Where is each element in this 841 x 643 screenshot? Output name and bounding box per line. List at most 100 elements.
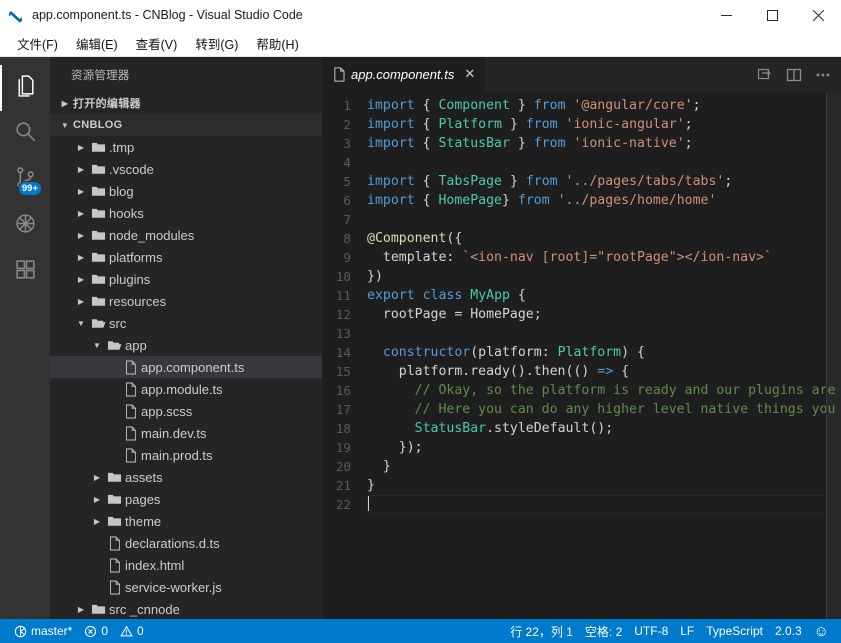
line-content: }): [367, 267, 841, 286]
status-cursor-position[interactable]: 行 22，列 1: [504, 619, 579, 643]
menu-view[interactable]: 查看(V): [127, 31, 187, 56]
code-line[interactable]: 16 // Okay, so the platform is ready and…: [322, 381, 841, 400]
code-token: }: [502, 174, 526, 189]
code-line[interactable]: 13: [322, 324, 841, 343]
split-editor-icon[interactable]: [786, 67, 802, 83]
split-editor-orientation-icon[interactable]: [757, 67, 773, 83]
tree-file-row[interactable]: main.dev.ts: [50, 422, 322, 444]
error-icon: [84, 625, 97, 638]
code-token: {: [415, 98, 439, 113]
code-token: constructor: [383, 345, 470, 360]
tree-item-label: src: [108, 316, 126, 331]
menu-help[interactable]: 帮助(H): [247, 31, 307, 56]
tree-folder-row[interactable]: ▶platforms: [50, 246, 322, 268]
tree-folder-row[interactable]: ▶assets: [50, 466, 322, 488]
status-eol[interactable]: LF: [674, 619, 700, 643]
code-token: }: [367, 478, 375, 493]
status-warnings[interactable]: 0: [114, 619, 150, 643]
typescript-file-icon: [332, 67, 346, 82]
status-version[interactable]: 2.0.3: [769, 619, 808, 643]
code-line[interactable]: 9 template: `<ion-nav [root]="rootPage">…: [322, 248, 841, 267]
tree-file-row[interactable]: service-worker.js: [50, 576, 322, 598]
tree-folder-row[interactable]: ▶resources: [50, 290, 322, 312]
code-token: ;: [685, 136, 693, 151]
tree-folder-row[interactable]: ▶theme: [50, 510, 322, 532]
line-content: import { Component } from '@angular/core…: [367, 96, 841, 115]
code-line[interactable]: 5import { TabsPage } from '../pages/tabs…: [322, 172, 841, 191]
tree-folder-row[interactable]: ▶blog: [50, 180, 322, 202]
tree-folder-row[interactable]: ▶hooks: [50, 202, 322, 224]
code-token: export: [367, 288, 415, 303]
activity-source-control[interactable]: 99+: [0, 157, 50, 203]
code-line[interactable]: 19 });: [322, 438, 841, 457]
tree-section-open-editors[interactable]: ▶打开的编辑器: [50, 92, 322, 114]
menu-edit[interactable]: 编辑(E): [67, 31, 127, 56]
code-token: import: [367, 174, 415, 189]
tree-folder-row[interactable]: ▶plugins: [50, 268, 322, 290]
line-number: 11: [322, 286, 367, 305]
status-feedback[interactable]: ☺: [808, 619, 835, 643]
status-encoding[interactable]: UTF-8: [628, 619, 674, 643]
code-line[interactable]: 22: [322, 495, 841, 514]
folder-icon: [104, 514, 124, 528]
menu-file[interactable]: 文件(F): [8, 31, 67, 56]
menu-goto[interactable]: 转到(G): [186, 31, 247, 56]
tree-folder-row[interactable]: ▼src: [50, 312, 322, 334]
code-line[interactable]: 17 // Here you can do any higher level n…: [322, 400, 841, 419]
code-line[interactable]: 21}: [322, 476, 841, 495]
warning-icon: [120, 625, 133, 638]
tab-app-component-ts[interactable]: app.component.ts ✕: [322, 57, 486, 92]
activity-explorer[interactable]: [0, 65, 50, 111]
close-button[interactable]: [795, 0, 841, 30]
code-line[interactable]: 11export class MyApp {: [322, 286, 841, 305]
tree-section-workspace-root[interactable]: ▼CNBLOG: [50, 114, 322, 136]
tree-file-row[interactable]: main.prod.ts: [50, 444, 322, 466]
code-line[interactable]: 3import { StatusBar } from 'ionic-native…: [322, 134, 841, 153]
code-line[interactable]: 15 platform.ready().then(() => {: [322, 362, 841, 381]
code-line[interactable]: 10}): [322, 267, 841, 286]
tree-folder-row[interactable]: ▶pages: [50, 488, 322, 510]
code-line[interactable]: 7: [322, 210, 841, 229]
code-line[interactable]: 2import { Platform } from 'ionic-angular…: [322, 115, 841, 134]
tree-folder-row[interactable]: ▼app: [50, 334, 322, 356]
tree-folder-row[interactable]: ▶.vscode: [50, 158, 322, 180]
activity-search[interactable]: [0, 111, 50, 157]
tab-close-icon[interactable]: ✕: [462, 67, 477, 82]
tree-file-row[interactable]: index.html: [50, 554, 322, 576]
code-token: Platform: [558, 345, 622, 360]
code-editor[interactable]: 1import { Component } from '@angular/cor…: [322, 92, 841, 619]
file-tree[interactable]: ▶打开的编辑器▼CNBLOG▶.tmp▶.vscode▶blog▶hooks▶n…: [50, 92, 322, 619]
activity-debug[interactable]: [0, 203, 50, 249]
code-line[interactable]: 6import { HomePage} from '../pages/home/…: [322, 191, 841, 210]
tree-folder-row[interactable]: ▶node_modules: [50, 224, 322, 246]
status-branch[interactable]: master*: [8, 619, 78, 643]
activity-extensions[interactable]: [0, 249, 50, 295]
code-token: '../pages/home/home': [558, 193, 717, 208]
status-errors[interactable]: 0: [78, 619, 114, 643]
status-language-mode[interactable]: TypeScript: [700, 619, 769, 643]
tree-file-row[interactable]: app.scss: [50, 400, 322, 422]
scrollbar-thumb[interactable]: [827, 92, 841, 619]
status-indentation[interactable]: 空格: 2: [579, 619, 628, 643]
code-line[interactable]: 1import { Component } from '@angular/cor…: [322, 96, 841, 115]
line-content: // Okay, so the platform is ready and ou…: [367, 381, 841, 400]
code-line[interactable]: 4: [322, 153, 841, 172]
code-line[interactable]: 20 }: [322, 457, 841, 476]
more-actions-icon[interactable]: [815, 67, 831, 83]
line-content: import { StatusBar } from 'ionic-native'…: [367, 134, 841, 153]
tree-folder-row[interactable]: ▶.tmp: [50, 136, 322, 158]
status-bar: master* 0 0: [0, 619, 841, 643]
maximize-button[interactable]: [749, 0, 795, 30]
code-line[interactable]: 14 constructor(platform: Platform) {: [322, 343, 841, 362]
tree-file-row[interactable]: app.module.ts: [50, 378, 322, 400]
tree-file-row[interactable]: app.component.ts: [50, 356, 322, 378]
code-token: [558, 117, 566, 132]
line-number: 19: [322, 438, 367, 457]
code-line[interactable]: 8@Component({: [322, 229, 841, 248]
tree-folder-row[interactable]: ▶src _cnnode: [50, 598, 322, 619]
code-line[interactable]: 12 rootPage = HomePage;: [322, 305, 841, 324]
editor-vertical-scrollbar[interactable]: [827, 92, 841, 619]
minimize-button[interactable]: [703, 0, 749, 30]
tree-file-row[interactable]: declarations.d.ts: [50, 532, 322, 554]
code-line[interactable]: 18 StatusBar.styleDefault();: [322, 419, 841, 438]
